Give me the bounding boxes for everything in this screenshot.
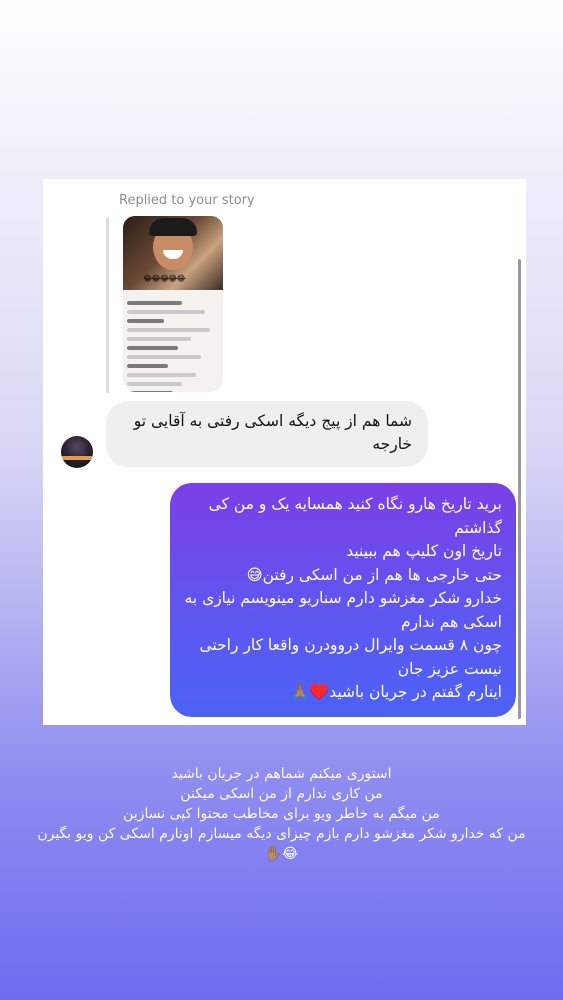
story-emoji-row: 😂😂😂😂😂 xyxy=(143,274,186,283)
caption-line: استوری میکنم شماهم در جریان باشید xyxy=(171,766,392,782)
scrollbar-thumb[interactable] xyxy=(518,259,521,719)
reply-quote-bar xyxy=(106,217,109,393)
story-comment-preview xyxy=(127,296,219,392)
caption-line: من میگم به خاطر ویو برای مخاطب محتوا کپی… xyxy=(123,806,440,822)
outgoing-line: چون ۸ قسمت وایرال دروودرن واقعا کار راحت… xyxy=(199,636,502,678)
outgoing-line: خدارو شکر مغزشو دارم سناریو مینویسم نیاز… xyxy=(184,589,502,631)
story-thumbnail[interactable]: 😂😂😂😂😂 xyxy=(123,216,223,392)
dm-screenshot-card: Replied to your story 😂😂😂😂😂 شما هم از پی… xyxy=(43,179,526,725)
outgoing-line: اینارم گفتم در جریان باشید♥️🙏🏽 xyxy=(290,683,502,701)
story-photo: 😂😂😂😂😂 xyxy=(123,216,223,290)
outgoing-message-bubble[interactable]: برید تاریخ هارو نگاه کنید همسایه یک و من… xyxy=(170,483,516,717)
caption-line: من کاری ندارم از من اسکی میکنن xyxy=(180,786,383,802)
outgoing-line: تاریخ اون کلیپ هم ببینید xyxy=(346,542,502,560)
incoming-message-bubble[interactable]: شما هم از پیج دیگه اسکی رفتی به آقایی تو… xyxy=(106,401,428,467)
sender-avatar[interactable] xyxy=(61,436,93,468)
outgoing-line: حتی خارجی ها هم از من اسکی رفتن😅 xyxy=(246,565,502,584)
cap-shape xyxy=(149,218,197,236)
story-caption: استوری میکنم شماهم در جریان باشید من کار… xyxy=(0,764,563,864)
outgoing-line: برید تاریخ هارو نگاه کنید همسایه یک و من… xyxy=(208,495,502,537)
caption-emoji-line: 😂✋🏽 xyxy=(264,846,299,862)
avatar-sunset xyxy=(61,456,93,460)
caption-line: من که خدارو شکر مغزشو دارم بازم چیزای دی… xyxy=(37,826,526,842)
replied-to-story-label: Replied to your story xyxy=(119,193,255,208)
